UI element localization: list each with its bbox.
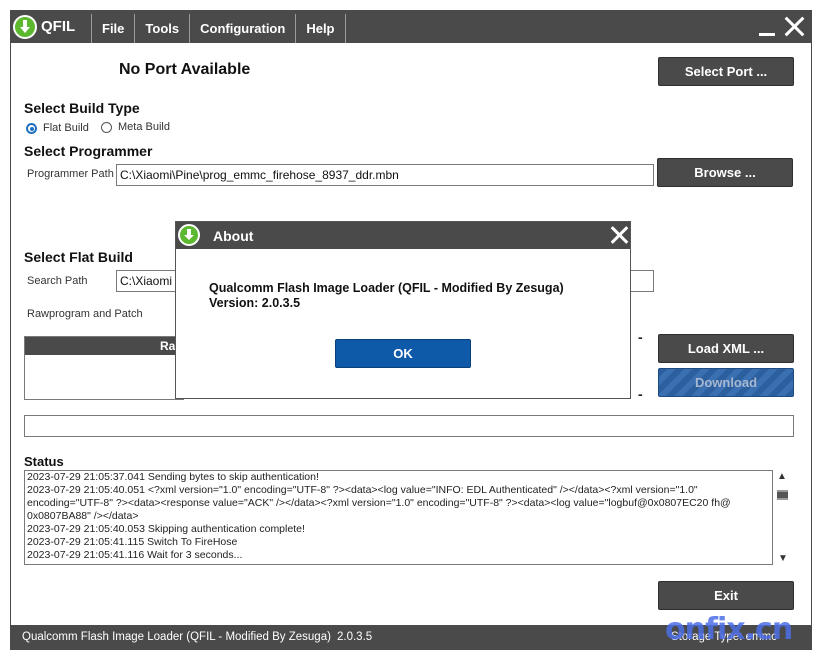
- load-xml-button[interactable]: Load XML ...: [658, 334, 794, 363]
- close-icon[interactable]: [783, 15, 805, 37]
- log-line: 0x0807BA88" /></data>: [27, 510, 139, 522]
- ok-button[interactable]: OK: [335, 339, 471, 368]
- meta-build-label: Meta Build: [118, 121, 170, 133]
- status-heading: Status: [24, 454, 64, 469]
- scroll-up-icon[interactable]: ▲: [777, 471, 787, 482]
- qfil-logo-icon: [178, 224, 200, 246]
- log-line: 2023-07-29 21:05:41.115 Switch To FireHo…: [27, 536, 238, 548]
- status-log[interactable]: 2023-07-29 21:05:37.041 Sending bytes to…: [24, 470, 773, 565]
- search-path-label: Search Path: [27, 275, 88, 287]
- browse-button[interactable]: Browse ...: [657, 158, 793, 187]
- dialog-product-name: Qualcomm Flash Image Loader (QFIL - Modi…: [209, 281, 564, 295]
- title-bar: QFIL File Tools Configuration Help: [11, 11, 811, 43]
- dash-mark: -: [638, 329, 643, 345]
- log-line: 2023-07-29 21:05:41.116 Wait for 3 secon…: [27, 549, 243, 561]
- rawprogram-table-header: Ra: [25, 337, 183, 355]
- rawprogram-label: Rawprogram and Patch: [27, 308, 143, 320]
- programmer-path-field[interactable]: C:\Xiaomi\Pine\prog_emmc_firehose_8937_d…: [116, 164, 654, 186]
- dash-mark: -: [638, 386, 643, 402]
- dialog-title: About: [213, 228, 254, 244]
- menu-configuration[interactable]: Configuration: [189, 14, 295, 43]
- progress-bar: [24, 415, 794, 437]
- statusbar-version: 2.0.3.5: [337, 631, 373, 643]
- menu-bar: File Tools Configuration Help: [91, 14, 346, 43]
- port-status: No Port Available: [119, 61, 251, 78]
- menu-help[interactable]: Help: [295, 14, 346, 43]
- flat-build-heading: Select Flat Build: [24, 249, 133, 265]
- log-line: encoding="UTF-8" ?><data><response value…: [27, 497, 731, 509]
- statusbar-title: Qualcomm Flash Image Loader (QFIL - Modi…: [22, 631, 331, 643]
- flat-build-label: Flat Build: [43, 122, 89, 134]
- select-port-button[interactable]: Select Port ...: [658, 57, 794, 86]
- dialog-version: Version: 2.0.3.5: [209, 296, 301, 310]
- rawprogram-table[interactable]: Ra: [24, 336, 184, 400]
- log-line: 2023-07-29 21:05:37.041 Sending bytes to…: [27, 471, 319, 483]
- minimize-icon[interactable]: [759, 33, 775, 36]
- menu-tools[interactable]: Tools: [134, 14, 189, 43]
- programmer-path-label: Programmer Path: [27, 168, 114, 180]
- menu-file[interactable]: File: [91, 14, 134, 43]
- dialog-close-icon[interactable]: [609, 225, 629, 245]
- about-dialog: About Qualcomm Flash Image Loader (QFIL …: [175, 221, 631, 399]
- dialog-title-bar: About: [176, 222, 630, 249]
- programmer-heading: Select Programmer: [24, 143, 153, 159]
- app-name: QFIL: [41, 18, 76, 35]
- exit-button[interactable]: Exit: [658, 581, 794, 610]
- scrollbar-thumb[interactable]: [777, 490, 788, 500]
- download-button[interactable]: Download: [658, 368, 794, 397]
- watermark-logo: onfix.cn: [665, 612, 793, 647]
- log-line: 2023-07-29 21:05:40.053 Skipping authent…: [27, 523, 305, 535]
- meta-build-radio[interactable]: [101, 122, 112, 133]
- flat-build-radio[interactable]: [26, 123, 37, 134]
- scroll-down-icon[interactable]: ▼: [778, 553, 788, 564]
- qfil-logo-icon: [13, 15, 37, 39]
- log-line: 2023-07-29 21:05:40.051 <?xml version="1…: [27, 484, 698, 496]
- build-type-heading: Select Build Type: [24, 100, 140, 116]
